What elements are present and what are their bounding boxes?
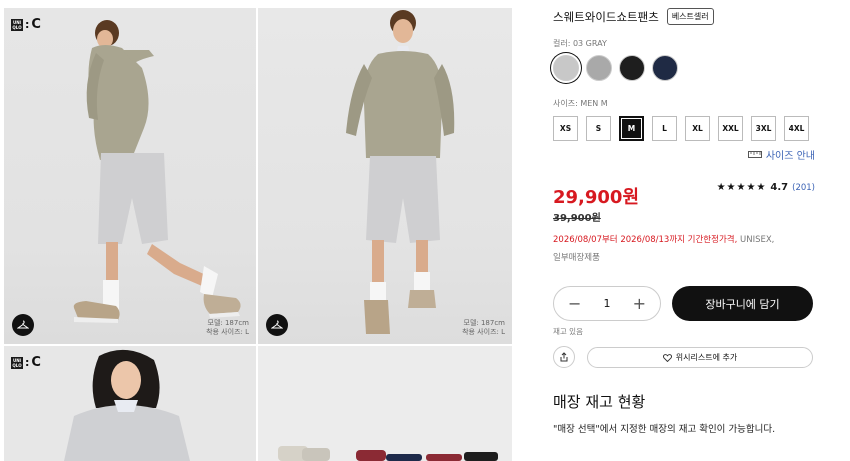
- rating-value: 4.7: [770, 182, 789, 193]
- wishlist-button[interactable]: 위시리스트에 추가: [587, 347, 813, 368]
- product-image-4[interactable]: [258, 346, 512, 461]
- color-swatch-navy[interactable]: [652, 55, 678, 81]
- store-only-text: 일부매장제품: [553, 253, 600, 263]
- quantity-value: 1: [603, 297, 611, 310]
- size-option-xl[interactable]: XL: [685, 116, 710, 141]
- product-info-panel: 스웨트와이드쇼트팬츠 베스트셀러 컬러: 03 GRAY 사이즈: MEN M …: [553, 0, 815, 461]
- stock-status: 재고 있음: [553, 327, 583, 336]
- bestseller-badge: 베스트셀러: [666, 8, 714, 25]
- model-info: 모델: 187cm 착용 사이즈: L: [462, 319, 505, 336]
- rating[interactable]: ★★★★★ 4.7 (201): [717, 182, 815, 193]
- product-image-3[interactable]: UNI QLO : C: [4, 346, 256, 461]
- size-option-3xl[interactable]: 3XL: [751, 116, 776, 141]
- size-option-l[interactable]: L: [652, 116, 677, 141]
- review-count-link[interactable]: (201): [792, 183, 815, 193]
- quantity-stepper: − 1 +: [553, 286, 661, 321]
- store-stock-title: 매장 재고 현황: [553, 393, 646, 411]
- size-option-xxl[interactable]: XXL: [718, 116, 743, 141]
- color-swatch-gray[interactable]: [553, 55, 579, 81]
- star-rating-icon: ★★★★★: [716, 182, 767, 193]
- size-option-s[interactable]: S: [586, 116, 611, 141]
- title-row: 스웨트와이드쇼트팬츠 베스트셀러: [553, 8, 714, 25]
- color-swatch-gray-heather[interactable]: [586, 55, 612, 81]
- color-swatches: [553, 55, 678, 81]
- try-on-hanger-icon[interactable]: [12, 314, 34, 336]
- size-option-xs[interactable]: XS: [553, 116, 578, 141]
- model-photo-walking: [73, 20, 241, 323]
- size-options: XS S M L XL XXL 3XL 4XL: [553, 116, 809, 141]
- color-swatch-black[interactable]: [619, 55, 645, 81]
- original-price: 39,900원: [553, 213, 601, 224]
- try-on-hanger-icon[interactable]: [266, 314, 288, 336]
- folded-products-photo: [278, 446, 498, 461]
- product-title: 스웨트와이드쇼트팬츠: [553, 9, 659, 24]
- product-gallery: UNI QLO : C 모델: 187cm 착용 사이즈: L 모델: 187c…: [0, 0, 515, 461]
- add-to-cart-button[interactable]: 장바구니에 담기: [672, 286, 813, 321]
- model-photo-woman: [64, 349, 190, 461]
- product-image-2[interactable]: 모델: 187cm 착용 사이즈: L: [258, 8, 512, 344]
- quantity-decrease-button[interactable]: −: [568, 294, 581, 313]
- product-image-1[interactable]: UNI QLO : C 모델: 187cm 착용 사이즈: L: [4, 8, 256, 344]
- store-stock-description: "매장 선택"에서 지정한 매장의 재고 확인이 가능합니다.: [553, 424, 776, 435]
- size-guide-link[interactable]: 사이즈 안내: [747, 147, 815, 162]
- size-option-4xl[interactable]: 4XL: [784, 116, 809, 141]
- ruler-icon: [747, 151, 762, 158]
- sale-price: 29,900원: [553, 187, 640, 208]
- color-label: 컬러: 03 GRAY: [553, 39, 607, 48]
- share-button[interactable]: [553, 346, 575, 368]
- size-label: 사이즈: MEN M: [553, 99, 608, 108]
- quantity-increase-button[interactable]: +: [633, 294, 646, 313]
- promo-text: 2026/08/07부터 2026/08/13까지 기간한정가격, UNISEX…: [553, 235, 775, 245]
- share-icon: [560, 352, 568, 362]
- model-info: 모델: 187cm 착용 사이즈: L: [206, 319, 249, 336]
- size-option-m[interactable]: M: [619, 116, 644, 141]
- model-photo-front: [346, 10, 455, 334]
- heart-icon: [662, 353, 672, 362]
- unisex-tag: UNISEX,: [740, 235, 775, 245]
